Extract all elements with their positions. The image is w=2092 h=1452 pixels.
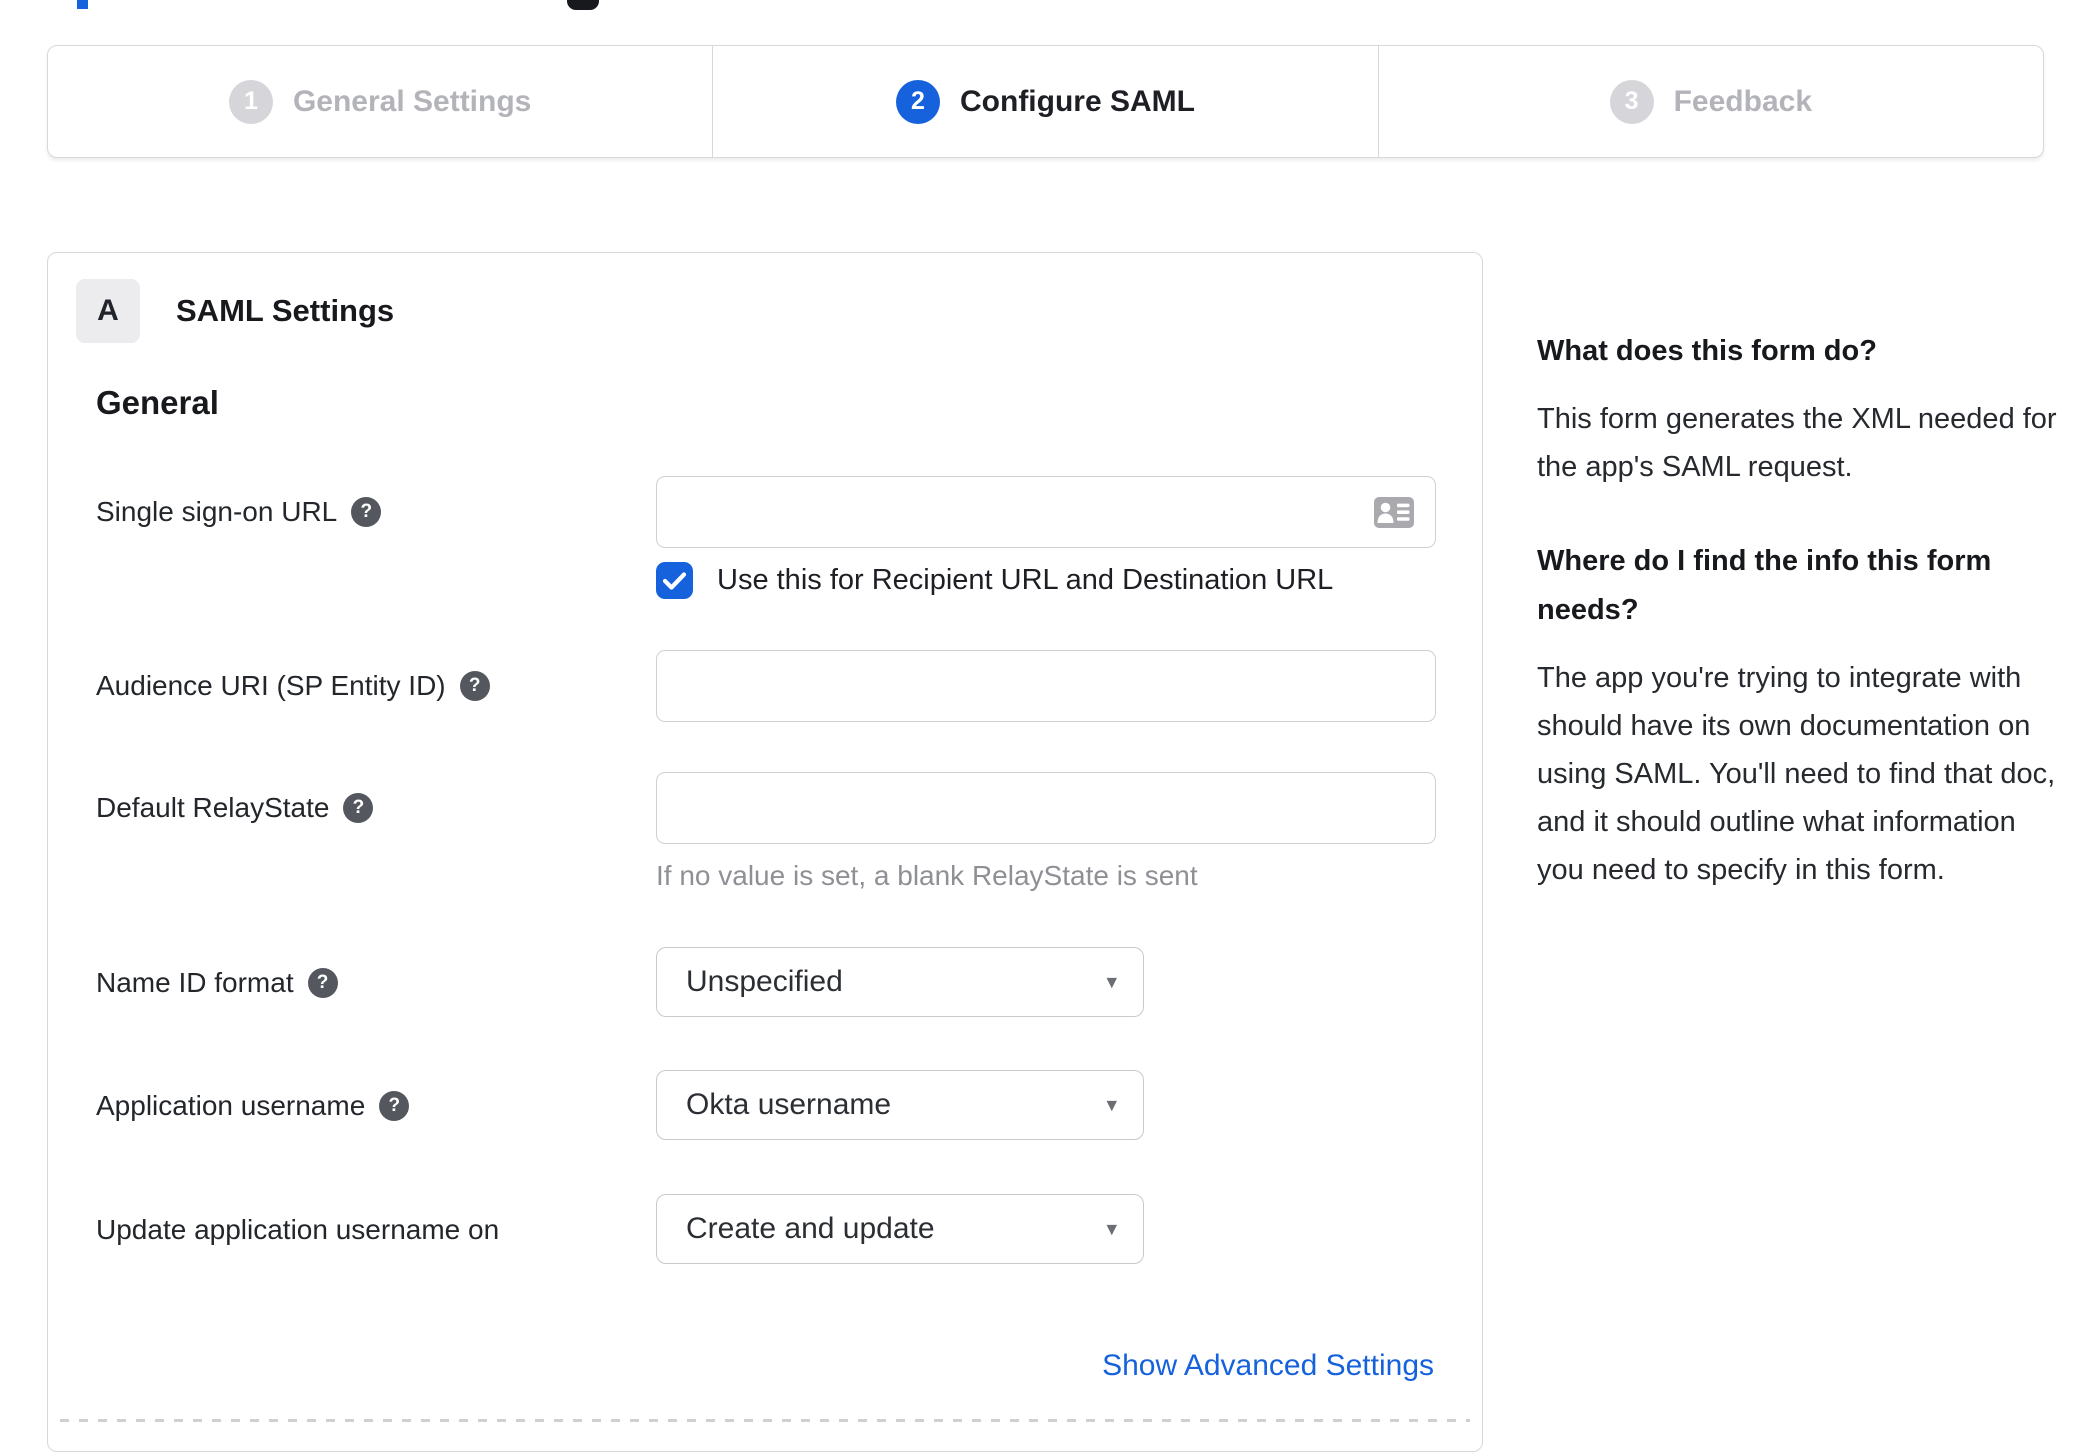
step-general-settings[interactable]: 1 General Settings bbox=[48, 46, 712, 157]
nameid-label-cell: Name ID format ? bbox=[96, 947, 656, 999]
show-advanced-settings-link[interactable]: Show Advanced Settings bbox=[1102, 1349, 1434, 1382]
appusername-field-cell: Okta username ▾ bbox=[656, 1070, 1482, 1140]
nameid-help-icon[interactable]: ? bbox=[307, 968, 338, 998]
row-name-id-format: Name ID format ? Unspecified ▾ bbox=[48, 947, 1482, 1017]
relaystate-label: Default RelayState bbox=[96, 792, 330, 823]
name-id-format-select[interactable]: Unspecified ▾ bbox=[656, 947, 1144, 1017]
sso-checkbox-row: Use this for Recipient URL and Destinati… bbox=[656, 562, 1482, 599]
panel-title: SAML Settings bbox=[176, 293, 395, 328]
chevron-down-icon: ▾ bbox=[1106, 970, 1117, 994]
sso-url-input[interactable] bbox=[656, 476, 1436, 548]
section-dashed-divider bbox=[60, 1419, 1470, 1422]
section-a-badge: A bbox=[76, 279, 140, 343]
saml-form: Single sign-on URL ? Use this for Recipi… bbox=[48, 476, 1482, 1383]
sso-label: Single sign-on URL bbox=[96, 496, 338, 527]
help-sidebar: What does this form do? This form genera… bbox=[1537, 327, 2069, 894]
step-1-circle: 1 bbox=[228, 79, 273, 124]
sidebar-answer-1: This form generates the XML needed for t… bbox=[1537, 403, 2057, 483]
relaystate-label-cell: Default RelayState ? bbox=[96, 772, 656, 824]
row-single-sign-on-url: Single sign-on URL ? Use this for Recipi… bbox=[48, 476, 1482, 599]
appusername-help-icon[interactable]: ? bbox=[379, 1091, 410, 1121]
sidebar-answer-2: The app you're trying to integrate with … bbox=[1537, 662, 2056, 886]
row-audience-uri: Audience URI (SP Entity ID) ? bbox=[48, 650, 1482, 722]
row-update-application-username: Update application username on Create an… bbox=[48, 1194, 1482, 1264]
cutoff-blue-fragment bbox=[77, 0, 88, 9]
step-3-label: Feedback bbox=[1673, 84, 1813, 118]
update-username-value: Create and update bbox=[686, 1212, 935, 1245]
recipient-url-checkbox-label: Use this for Recipient URL and Destinati… bbox=[717, 564, 1334, 596]
appusername-label: Application username bbox=[96, 1090, 366, 1121]
audience-field-cell bbox=[656, 650, 1482, 722]
sso-label-cell: Single sign-on URL ? bbox=[96, 476, 656, 528]
step-2-circle: 2 bbox=[896, 79, 940, 124]
nameid-field-cell: Unspecified ▾ bbox=[656, 947, 1482, 1017]
general-section-title: General bbox=[96, 384, 219, 421]
chevron-down-icon: ▾ bbox=[1106, 1217, 1117, 1241]
panel-header: A SAML Settings bbox=[76, 279, 1482, 343]
sso-field-cell: Use this for Recipient URL and Destinati… bbox=[656, 476, 1482, 599]
relaystate-field-cell: If no value is set, a blank RelayState i… bbox=[656, 772, 1482, 892]
step-3-circle: 3 bbox=[1609, 79, 1654, 124]
sidebar-question-2: Where do I find the info this form needs… bbox=[1537, 545, 1992, 626]
row-application-username: Application username ? Okta username ▾ bbox=[48, 1070, 1482, 1140]
nameid-label: Name ID format bbox=[96, 967, 294, 998]
chevron-down-icon: ▾ bbox=[1106, 1093, 1117, 1117]
updateusername-label-cell: Update application username on bbox=[96, 1194, 656, 1246]
step-feedback[interactable]: 3 Feedback bbox=[1377, 46, 2043, 157]
appusername-label-cell: Application username ? bbox=[96, 1070, 656, 1122]
contact-card-icon bbox=[1374, 497, 1414, 533]
application-username-value: Okta username bbox=[686, 1088, 892, 1121]
sso-help-icon[interactable]: ? bbox=[351, 497, 382, 527]
audience-uri-input[interactable] bbox=[656, 650, 1436, 722]
advanced-settings-row: Show Advanced Settings bbox=[48, 1349, 1482, 1383]
name-id-format-value: Unspecified bbox=[686, 965, 843, 998]
wizard-stepper: 1 General Settings 2 Configure SAML 3 Fe… bbox=[47, 45, 2044, 158]
step-configure-saml[interactable]: 2 Configure SAML bbox=[712, 46, 1377, 157]
relaystate-help-icon[interactable]: ? bbox=[343, 793, 374, 823]
step-2-label: Configure SAML bbox=[960, 84, 1195, 118]
recipient-url-checkbox[interactable] bbox=[656, 562, 693, 599]
relaystate-hint: If no value is set, a blank RelayState i… bbox=[656, 860, 1198, 891]
audience-label-cell: Audience URI (SP Entity ID) ? bbox=[96, 650, 656, 702]
saml-settings-panel: A SAML Settings General Single sign-on U… bbox=[47, 252, 1483, 1452]
updateusername-label: Update application username on bbox=[96, 1214, 500, 1245]
sidebar-question-1: What does this form do? bbox=[1537, 335, 1877, 367]
updateusername-field-cell: Create and update ▾ bbox=[656, 1194, 1482, 1264]
relaystate-input[interactable] bbox=[656, 772, 1436, 844]
audience-label: Audience URI (SP Entity ID) bbox=[96, 670, 446, 701]
check-icon bbox=[663, 571, 686, 590]
cutoff-app-logo-fragment bbox=[567, 0, 599, 10]
audience-help-icon[interactable]: ? bbox=[459, 671, 490, 701]
application-username-select[interactable]: Okta username ▾ bbox=[656, 1070, 1144, 1140]
row-default-relaystate: Default RelayState ? If no value is set,… bbox=[48, 772, 1482, 892]
step-1-label: General Settings bbox=[292, 84, 532, 118]
update-username-select[interactable]: Create and update ▾ bbox=[656, 1194, 1144, 1264]
